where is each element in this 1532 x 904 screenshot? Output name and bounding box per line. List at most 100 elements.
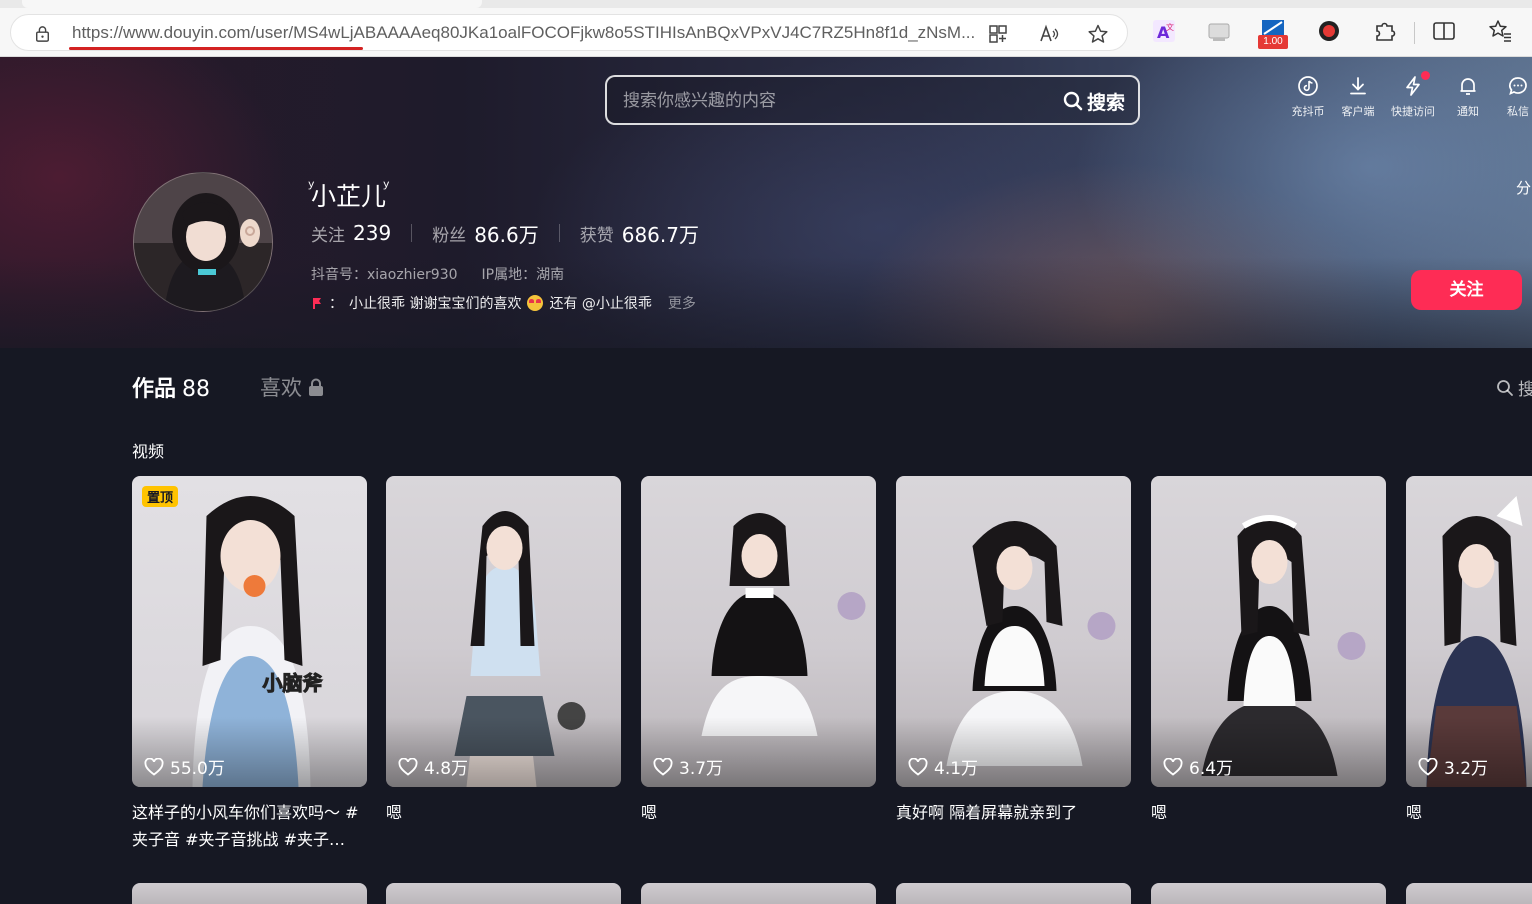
url-text[interactable]: https://www.douyin.com/user/MS4wLjABAAAA…: [72, 23, 977, 43]
nav-messages[interactable]: 私信: [1491, 75, 1532, 123]
likes-received-label: 获赞: [579, 225, 614, 246]
video-caption[interactable]: 嗯: [386, 799, 621, 826]
search-button[interactable]: 搜索: [1063, 87, 1135, 115]
translate-icon[interactable]: A 文: [1151, 18, 1177, 44]
share-button-partial[interactable]: 分: [1516, 177, 1531, 198]
nav-label: 快捷访问: [1391, 105, 1435, 118]
address-bar[interactable]: https://www.douyin.com/user/MS4wLjABAAAA…: [10, 14, 1128, 51]
video-caption[interactable]: 这样子的小风车你们喜欢吗～ #夹子音 #夹子音挑战 #夹子…: [132, 799, 367, 853]
video-caption[interactable]: 嗯: [641, 799, 876, 826]
video-card-next-row[interactable]: [896, 883, 1131, 904]
bio-more-link[interactable]: 更多: [668, 293, 696, 313]
nav-label: 私信: [1507, 105, 1529, 118]
video-card-next-row[interactable]: [1151, 883, 1386, 904]
video-thumbnail[interactable]: 小脑斧 置顶 55.0万: [132, 476, 367, 787]
url-annotation-underline: [69, 47, 363, 50]
lightning-icon: [1406, 76, 1420, 96]
following-label[interactable]: 关注: [311, 221, 345, 246]
video-card-next-row[interactable]: [641, 883, 876, 904]
split-view-icon[interactable]: [1431, 18, 1457, 44]
video-caption[interactable]: 嗯: [1151, 799, 1386, 826]
video-thumbnail[interactable]: 4.8万: [386, 476, 621, 787]
video-card[interactable]: 4.1万 真好啊 隔着屏幕就亲到了: [896, 476, 1131, 826]
video-card[interactable]: 6.4万 嗯: [1151, 476, 1386, 826]
extension-icon[interactable]: [1206, 18, 1232, 44]
notification-dot: [1421, 71, 1430, 80]
search-button-label: 搜索: [1087, 91, 1126, 114]
tab-works[interactable]: 作品 88: [132, 371, 210, 403]
video-likes: 3.7万: [653, 754, 723, 779]
bio-prefix: ：: [329, 296, 343, 312]
message-icon: [1509, 77, 1527, 95]
douyin-page: 搜索 充抖币 客户端 快捷访问 通知 私信 分: [0, 57, 1532, 904]
video-likes-count: 4.8万: [424, 759, 469, 779]
video-likes-count: 4.1万: [934, 759, 979, 779]
nav-recharge[interactable]: 充抖币: [1281, 75, 1335, 123]
stats-divider: [411, 224, 413, 242]
download-icon: [1350, 77, 1366, 95]
following-count[interactable]: 239: [353, 221, 391, 245]
heart-icon: [1163, 757, 1183, 776]
video-card-next-row[interactable]: [132, 883, 367, 904]
nav-label: 客户端: [1341, 105, 1375, 118]
profile-nickname: ꙷ小芷儿ꙷ: [311, 182, 387, 211]
nav-label: 充抖币: [1291, 105, 1325, 118]
video-likes: 6.4万: [1163, 754, 1233, 779]
video-likes: 4.1万: [908, 754, 978, 779]
followers-count[interactable]: 86.6万: [474, 219, 539, 248]
profile-tabs: 作品 88 喜欢: [132, 371, 324, 403]
video-card[interactable]: 3.2万 嗯: [1406, 476, 1532, 826]
nav-label: 通知: [1457, 105, 1479, 118]
video-card[interactable]: 3.7万 嗯: [641, 476, 876, 826]
search-box[interactable]: 搜索: [605, 75, 1140, 125]
follow-button[interactable]: 关注: [1411, 270, 1522, 310]
bio-text-mention[interactable]: 还有 @小止很乖: [549, 293, 651, 313]
heart-icon: [398, 757, 418, 776]
tab-works-count: 88: [182, 377, 211, 402]
video-card-next-row[interactable]: [1406, 883, 1532, 904]
record-icon[interactable]: [1316, 18, 1342, 44]
video-likes-count: 3.7万: [679, 759, 724, 779]
red-flag-icon: [313, 298, 321, 309]
app-grid-icon[interactable]: [987, 23, 1009, 45]
douyin-id: 抖音号：xiaozhier930: [311, 267, 458, 283]
toolbar-separator: [1414, 22, 1415, 44]
video-caption[interactable]: 真好啊 隔着屏幕就亲到了: [896, 799, 1131, 826]
profile-meta: 抖音号：xiaozhier930 IP属地：湖南: [311, 264, 564, 284]
lock-icon[interactable]: [35, 26, 50, 42]
active-tab-edge[interactable]: [22, 0, 482, 8]
avatar[interactable]: [133, 172, 273, 312]
video-card-next-row[interactable]: [386, 883, 621, 904]
video-likes: 3.2万: [1418, 754, 1488, 779]
profile-stats: 关注 239 粉丝 86.6万 获赞 686.7万: [311, 219, 699, 247]
video-likes-count: 55.0万: [170, 759, 225, 779]
video-likes-count: 6.4万: [1189, 759, 1234, 779]
video-card[interactable]: 4.8万 嗯: [386, 476, 621, 826]
video-thumbnail[interactable]: 4.1万: [896, 476, 1131, 787]
video-thumbnail[interactable]: 3.2万: [1406, 476, 1532, 787]
tab-likes-label: 喜欢: [260, 376, 303, 400]
video-thumbnail[interactable]: 6.4万: [1151, 476, 1386, 787]
pinned-badge: 置顶: [142, 486, 179, 507]
lock-icon: [309, 378, 324, 396]
video-thumbnail[interactable]: 3.7万: [641, 476, 876, 787]
favorite-star-icon[interactable]: [1087, 23, 1109, 45]
heart-eyes-emoji-icon: [527, 295, 544, 311]
heart-icon: [653, 757, 673, 776]
video-caption[interactable]: 嗯: [1406, 799, 1532, 826]
nav-client[interactable]: 客户端: [1331, 75, 1385, 123]
nav-quick-access[interactable]: 快捷访问: [1386, 75, 1440, 123]
stats-divider: [558, 224, 560, 242]
tab-strip-edge: [0, 0, 1532, 8]
puzzle-icon[interactable]: [1372, 18, 1398, 44]
works-search[interactable]: 搜: [1496, 375, 1532, 400]
video-card[interactable]: 小脑斧 置顶 55.0万 这样子的小风车你们喜欢吗～ #夹子音 #夹子音挑战 #…: [132, 476, 367, 853]
nav-notifications[interactable]: 通知: [1441, 75, 1495, 123]
favorites-icon[interactable]: [1487, 18, 1513, 44]
read-aloud-icon[interactable]: [1038, 23, 1060, 45]
followers-label[interactable]: 粉丝: [432, 221, 466, 246]
search-icon: [1497, 379, 1513, 396]
search-input[interactable]: [623, 89, 1043, 113]
tab-likes[interactable]: 喜欢: [260, 372, 324, 402]
avatar-image: [134, 173, 272, 311]
